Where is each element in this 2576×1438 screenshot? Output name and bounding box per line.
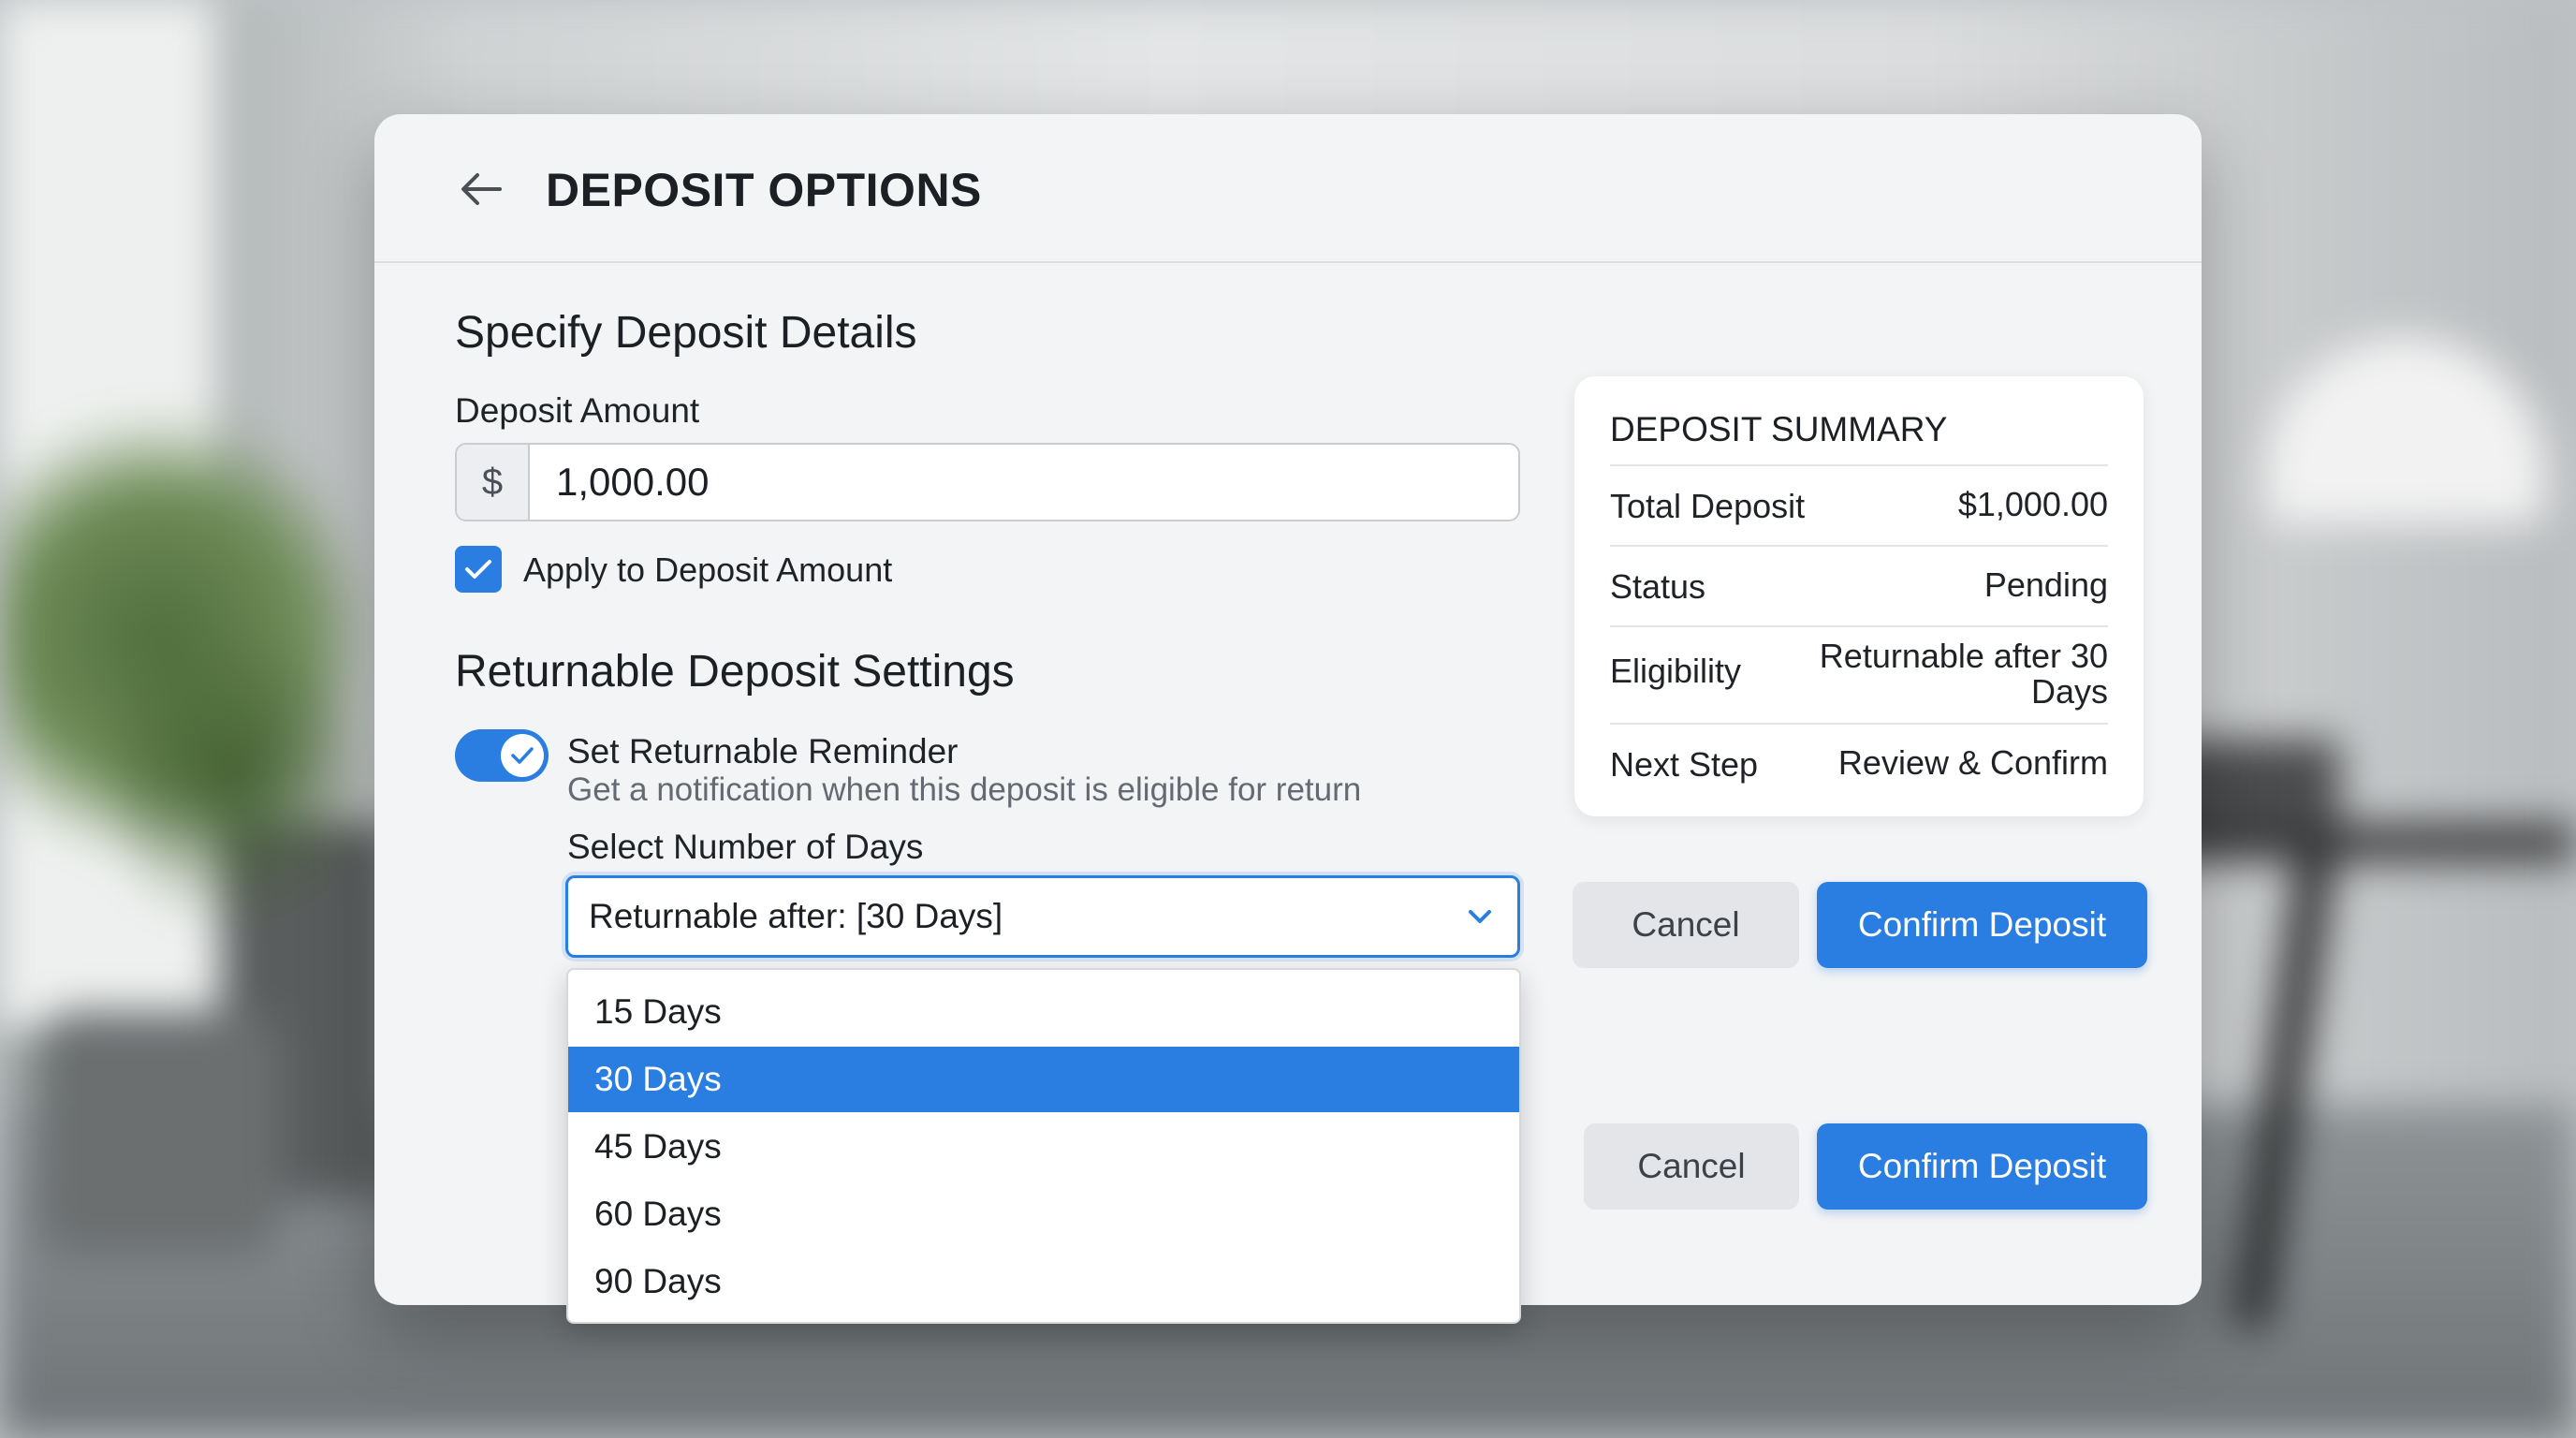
arrow-left-icon[interactable]	[459, 170, 504, 208]
checkmark-icon	[511, 747, 534, 764]
days-option-selected[interactable]: 30 Days	[568, 1047, 1519, 1112]
cancel-button-secondary[interactable]: Cancel	[1584, 1123, 1799, 1210]
status-value: Pending	[1983, 565, 2108, 604]
cancel-button[interactable]: Cancel	[1573, 882, 1799, 968]
summary-row-total: Total Deposit $1,000.00	[1610, 464, 2108, 547]
days-option[interactable]: 60 Days	[568, 1181, 1519, 1247]
page-title: DEPOSIT OPTIONS	[546, 164, 982, 216]
chevron-down-icon	[1469, 910, 1491, 923]
returnable-reminder-description: Get a notification when this deposit is …	[567, 771, 1362, 808]
summary-row-status: Status Pending	[1610, 545, 2108, 627]
days-dropdown-menu: 15 Days 30 Days 45 Days 60 Days 90 Days	[566, 968, 1521, 1324]
summary-row-label: Total Deposit	[1610, 487, 1806, 525]
summary-row-value: $1,000.00	[1957, 485, 2108, 523]
deposit-amount-input[interactable]: 1,000.00	[556, 445, 710, 520]
days-option[interactable]: 15 Days	[568, 979, 1519, 1045]
deposit-options-dialog: DEPOSIT OPTIONS Specify Deposit Details …	[374, 114, 2202, 1324]
returnable-reminder-toggle[interactable]	[455, 729, 549, 782]
summary-row-label: Next Step	[1610, 745, 1759, 784]
confirm-deposit-button-secondary[interactable]: Confirm Deposit	[1817, 1123, 2147, 1210]
currency-prefix: $	[457, 445, 530, 520]
next-step-value: Review & Confirm	[1837, 743, 2108, 782]
returnable-settings-heading: Returnable Deposit Settings	[455, 647, 1015, 697]
deposit-summary-panel: DEPOSIT SUMMARY Total Deposit $1,000.00 …	[1574, 376, 2144, 816]
eligibility-value-line1: Returnable after 30	[1819, 637, 2108, 675]
days-option[interactable]: 45 Days	[568, 1114, 1519, 1180]
summary-title: DEPOSIT SUMMARY	[1610, 410, 1948, 448]
eligibility-value-line2: Days	[2030, 672, 2108, 711]
returnable-reminder-label: Set Returnable Reminder	[567, 732, 959, 770]
checkmark-icon	[465, 560, 491, 579]
summary-row-eligibility: Eligibility Returnable after 30 Days	[1610, 625, 2108, 725]
dialog-header: DEPOSIT OPTIONS	[374, 114, 2202, 263]
summary-row-next-step: Next Step Review & Confirm	[1610, 723, 2108, 805]
apply-to-deposit-label: Apply to Deposit Amount	[523, 550, 893, 589]
apply-to-deposit-checkbox[interactable]	[455, 546, 502, 593]
days-select[interactable]: Returnable after: [30 Days]	[565, 875, 1520, 958]
summary-row-label: Eligibility	[1610, 652, 1742, 690]
deposit-amount-field[interactable]: $ 1,000.00	[455, 443, 1520, 521]
toggle-knob	[501, 734, 544, 777]
deposit-amount-label: Deposit Amount	[455, 391, 700, 430]
summary-row-label: Status	[1610, 567, 1706, 606]
days-option[interactable]: 90 Days	[568, 1249, 1519, 1314]
eligibility-value: Returnable after 30 Days	[1820, 638, 2108, 710]
days-select-value: Returnable after: [30 Days]	[589, 897, 1003, 935]
confirm-deposit-button[interactable]: Confirm Deposit	[1817, 882, 2147, 968]
select-days-label: Select Number of Days	[567, 828, 924, 866]
deposit-details-heading: Specify Deposit Details	[455, 308, 917, 358]
